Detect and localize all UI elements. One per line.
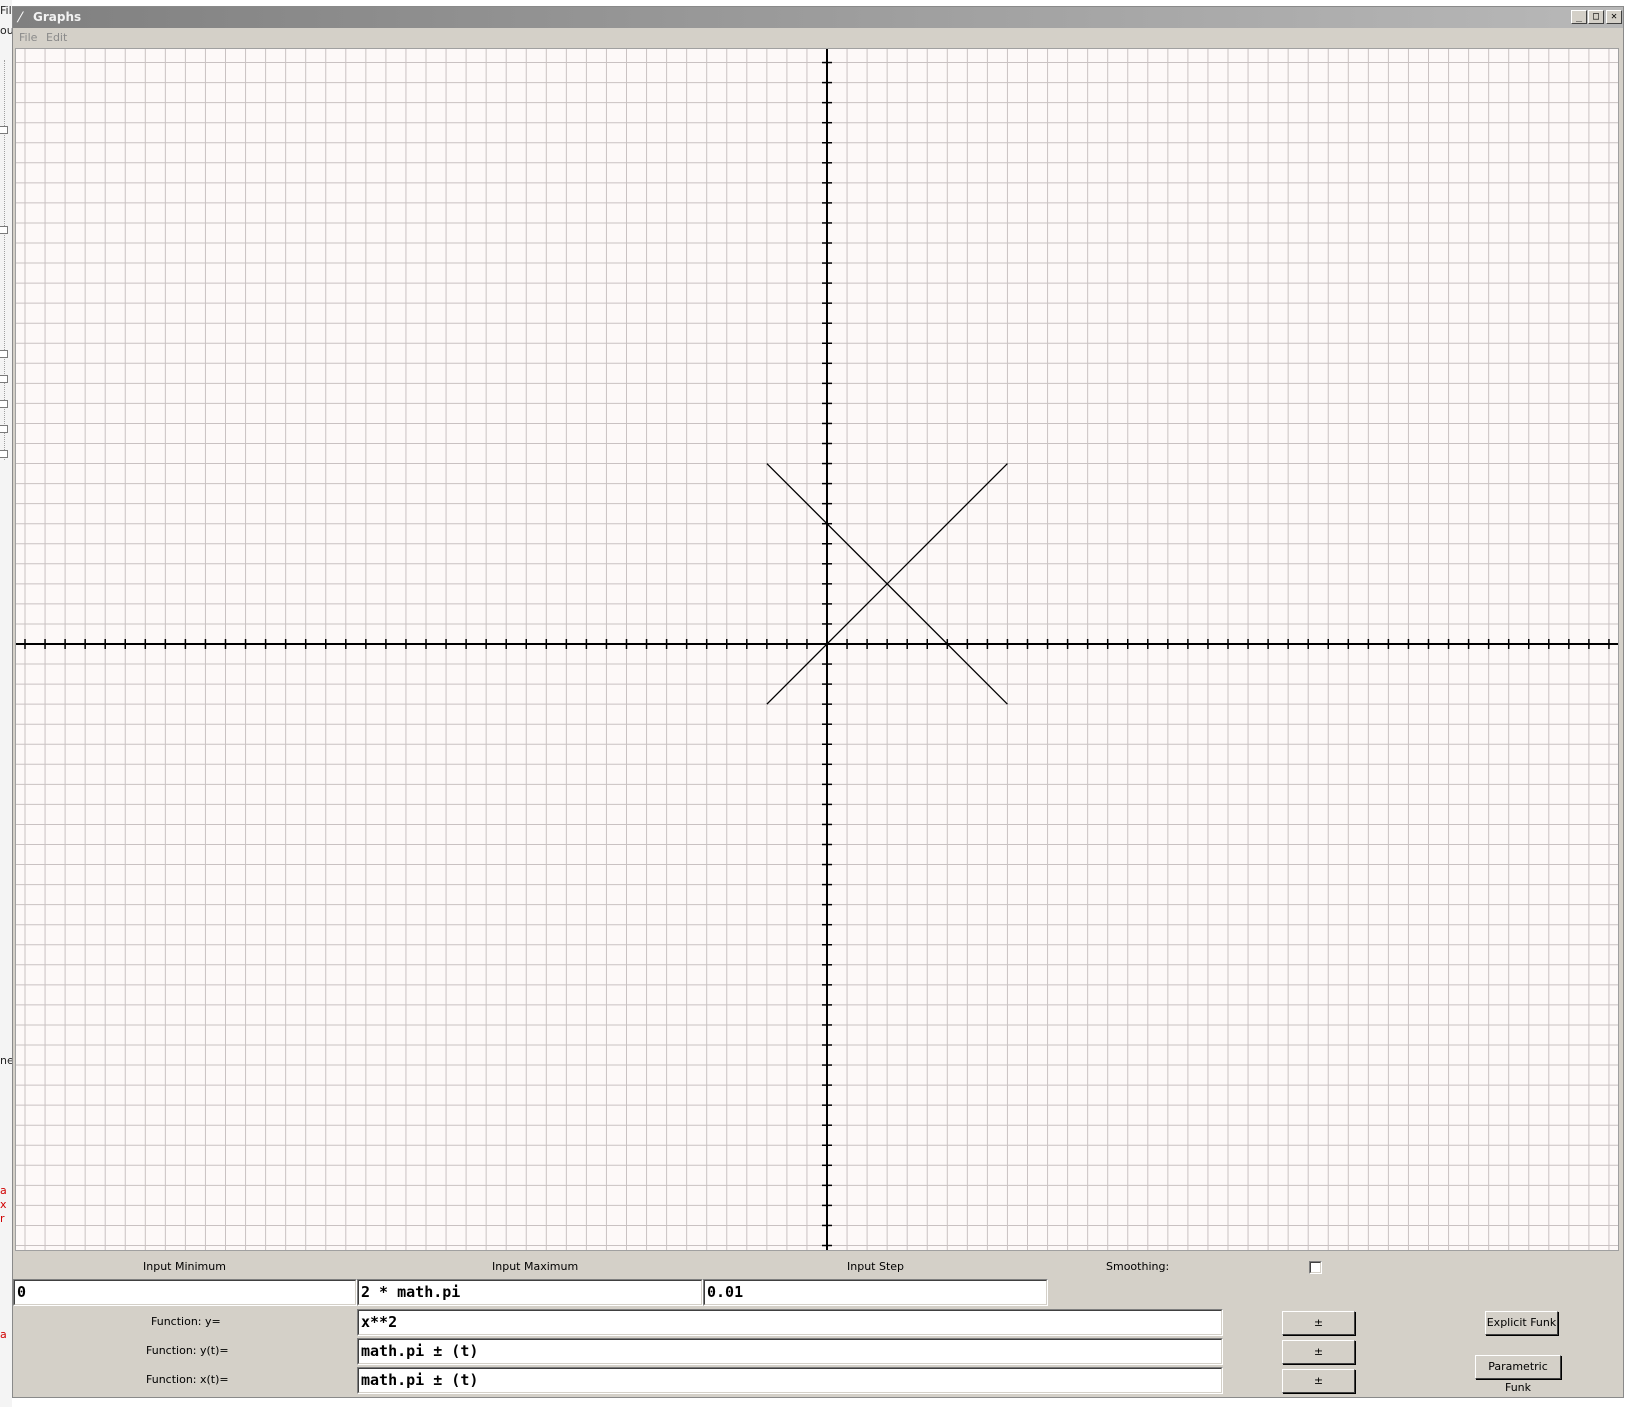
- graph-svg: [16, 49, 1618, 1250]
- input-maximum-label: Input Maximum: [492, 1260, 579, 1273]
- function-xt-label: Function: x(t)=: [146, 1373, 229, 1386]
- tree-collapse-icon: [0, 450, 8, 458]
- parametric-funk-button[interactable]: Parametric Funk: [1475, 1355, 1561, 1394]
- background-text-fragment: Fil: [0, 4, 12, 17]
- tree-collapse-icon: [0, 226, 8, 234]
- graph-canvas[interactable]: [15, 48, 1619, 1251]
- tree-collapse-icon: [0, 425, 8, 433]
- background-text-fragment: r: [0, 1212, 5, 1225]
- tree-collapse-icon: [0, 375, 8, 383]
- minimize-button[interactable]: _: [1571, 10, 1587, 24]
- background-window-edge: Fil ou ne a x r a: [0, 0, 12, 1407]
- toggle-sign-button-yt[interactable]: ±: [1282, 1340, 1355, 1364]
- background-text-fragment: ne: [0, 1054, 12, 1067]
- menu-file[interactable]: File: [19, 31, 37, 45]
- maximize-button[interactable]: □: [1588, 10, 1604, 24]
- function-y-label: Function: y=: [151, 1315, 221, 1328]
- close-button[interactable]: ✕: [1606, 10, 1622, 24]
- toggle-sign-button-xt[interactable]: ±: [1282, 1369, 1355, 1393]
- background-text-fragment: a: [0, 1328, 7, 1341]
- smoothing-checkbox[interactable]: [1309, 1261, 1322, 1274]
- feather-icon: /: [15, 10, 25, 25]
- background-text-fragment: x: [0, 1198, 7, 1211]
- background-text-fragment: a: [0, 1184, 7, 1197]
- function-y-field[interactable]: x**2: [357, 1309, 1223, 1336]
- menu-edit[interactable]: Edit: [46, 31, 67, 45]
- tree-collapse-icon: [0, 126, 8, 134]
- graphs-window: / Graphs _ □ ✕ File Edit Input Minimum I…: [12, 6, 1624, 1398]
- explicit-funk-button[interactable]: Explicit Funk: [1485, 1311, 1558, 1335]
- function-yt-field[interactable]: math.pi ± (t): [357, 1338, 1223, 1365]
- window-title: Graphs: [33, 10, 82, 24]
- tree-collapse-icon: [0, 350, 8, 358]
- input-step-field[interactable]: 0.01: [703, 1279, 1048, 1306]
- function-yt-label: Function: y(t)=: [146, 1344, 229, 1357]
- toggle-sign-button-y[interactable]: ±: [1282, 1311, 1355, 1335]
- input-step-label: Input Step: [847, 1260, 905, 1273]
- tree-collapse-icon: [0, 400, 8, 408]
- background-text-fragment: ou: [0, 24, 12, 37]
- input-maximum-field[interactable]: 2 * math.pi: [357, 1279, 703, 1306]
- smoothing-label: Smoothing:: [1106, 1260, 1170, 1273]
- menu-bar: File Edit: [13, 29, 1623, 47]
- input-minimum-label: Input Minimum: [143, 1260, 226, 1273]
- function-xt-field[interactable]: math.pi ± (t): [357, 1367, 1223, 1394]
- title-bar[interactable]: / Graphs _ □ ✕: [13, 7, 1623, 28]
- input-minimum-field[interactable]: 0: [13, 1279, 357, 1306]
